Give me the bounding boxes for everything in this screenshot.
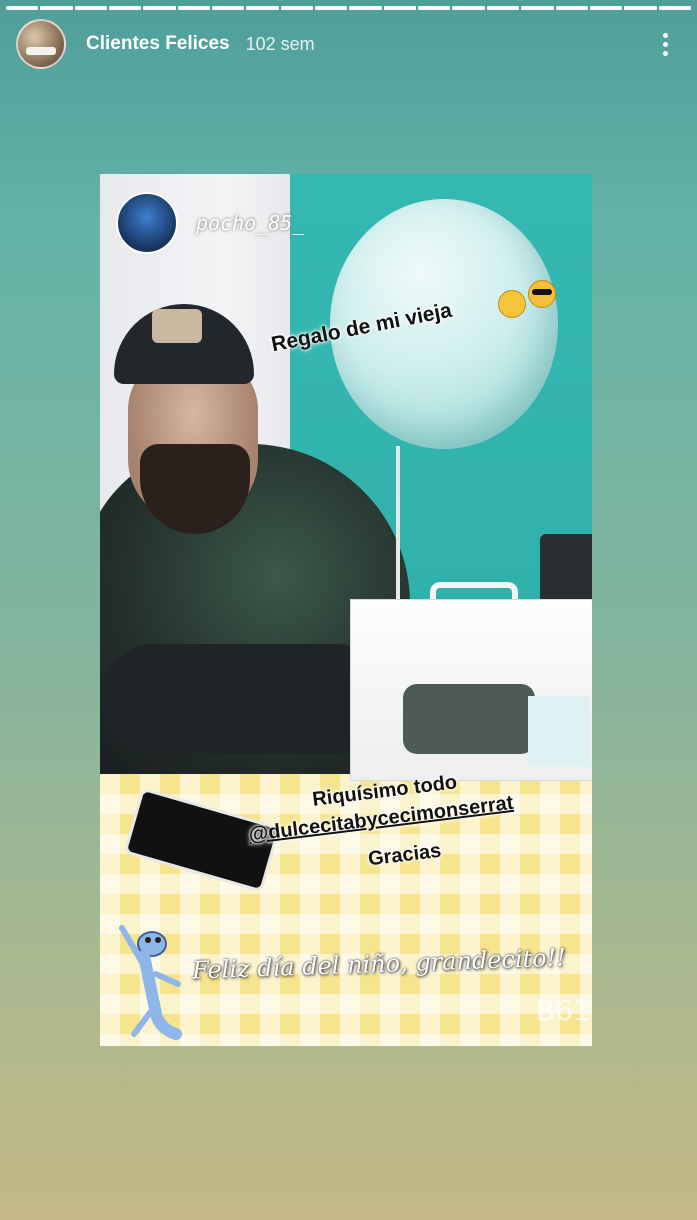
profile-avatar[interactable] xyxy=(16,19,66,69)
progress-segment xyxy=(383,6,417,10)
progress-segment xyxy=(246,6,279,10)
embedded-avatar xyxy=(116,192,178,254)
progress-segment xyxy=(589,6,623,10)
progress-segment xyxy=(177,6,211,10)
progress-segment xyxy=(315,6,348,10)
b612-watermark: B612 xyxy=(536,994,592,1027)
progress-segment xyxy=(212,6,245,10)
progress-segment xyxy=(555,6,588,10)
photo-balloon-stick xyxy=(396,446,400,606)
progress-segment xyxy=(658,6,691,10)
progress-segment xyxy=(349,6,382,10)
progress-segment xyxy=(521,6,554,10)
photo-box-label xyxy=(528,696,590,766)
progress-segment xyxy=(486,6,520,10)
laughing-emoji-icon xyxy=(498,290,526,318)
embedded-story-header: pocho_85_ xyxy=(116,192,304,254)
progress-segment xyxy=(280,6,314,10)
progress-segment xyxy=(6,6,39,10)
photo-person-arm xyxy=(100,644,390,754)
progress-segment xyxy=(418,6,451,10)
sunglasses-emoji-icon xyxy=(528,280,556,308)
embedded-username: pocho_85_ xyxy=(196,211,305,235)
progress-segment xyxy=(452,6,485,10)
progress-segment xyxy=(109,6,142,10)
photo-box-window xyxy=(403,684,535,754)
story-image: pocho_85_ Regalo de mi vieja Riquísimo t… xyxy=(100,174,592,1046)
story-header: Clientes Felices 102 sem xyxy=(16,16,677,72)
progress-segment xyxy=(624,6,657,10)
progress-segment xyxy=(40,6,73,10)
photo-cap-patch xyxy=(152,309,202,343)
more-vertical-icon[interactable] xyxy=(653,24,677,64)
profile-username[interactable]: Clientes Felices xyxy=(86,33,230,55)
story-progress-bar xyxy=(6,6,691,10)
gecko-sticker-icon xyxy=(119,925,182,1040)
progress-segment xyxy=(74,6,108,10)
progress-segment xyxy=(143,6,176,10)
story-timestamp: 102 sem xyxy=(245,33,315,54)
